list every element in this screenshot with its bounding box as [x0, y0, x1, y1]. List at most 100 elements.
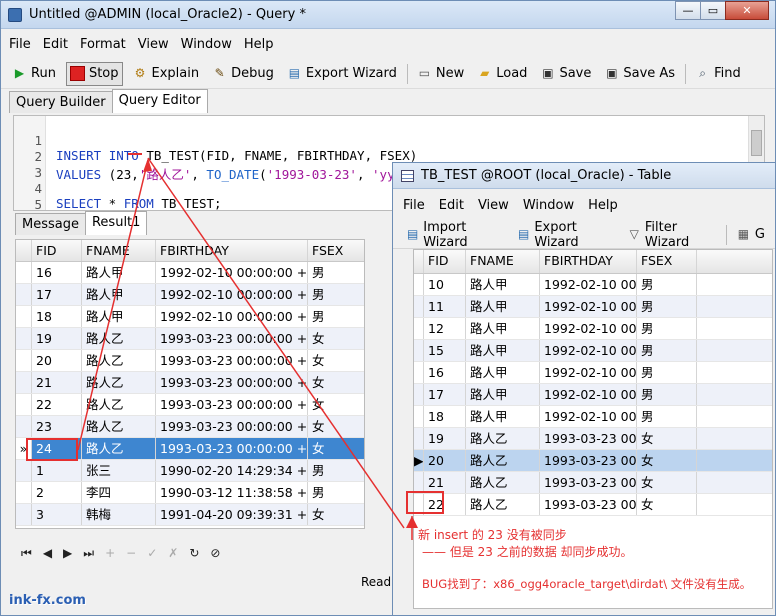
cell-fid[interactable]: 17 — [424, 384, 466, 405]
prev-record-button[interactable]: ◀ — [43, 546, 52, 560]
column-header-fbirthday[interactable]: FBIRTHDAY — [156, 240, 308, 261]
table-row[interactable]: 16 路人甲 1992-02-10 00: 男 — [414, 362, 772, 384]
maximize-button[interactable]: ▭ — [700, 1, 726, 20]
cell-fsex[interactable]: 女 — [308, 328, 364, 349]
cell-fname[interactable]: 路人乙 — [466, 472, 540, 493]
cell-fid[interactable]: 15 — [424, 340, 466, 361]
add-record-button[interactable]: + — [105, 546, 115, 560]
table-row[interactable]: 20 路人乙 1993-03-23 00:00:00 +08 女 — [16, 350, 364, 372]
menu-format[interactable]: Format — [80, 37, 126, 52]
menu-view[interactable]: View — [138, 37, 169, 52]
table-menu-view[interactable]: View — [478, 198, 509, 213]
cell-fid[interactable]: 1 — [32, 460, 82, 481]
cell-fbirthday[interactable]: 1993-03-23 00: — [540, 494, 637, 515]
table-row[interactable]: 1 张三 1990-02-20 14:29:34 +08 男 — [16, 460, 364, 482]
cell-fid[interactable]: 21 — [424, 472, 466, 493]
cell-fsex[interactable]: 女 — [308, 504, 364, 525]
cell-fid[interactable]: 18 — [32, 306, 82, 327]
cell-fbirthday[interactable]: 1992-02-10 00: — [540, 274, 637, 295]
cell-fid[interactable]: 3 — [32, 504, 82, 525]
table-row[interactable]: 18 路人甲 1992-02-10 00:00:00 +08 男 — [16, 306, 364, 328]
cell-fname[interactable]: 路人甲 — [82, 306, 156, 327]
cell-fbirthday[interactable]: 1993-03-23 00:00:00 +08 — [156, 394, 308, 415]
table-row[interactable]: 2 李四 1990-03-12 11:38:58 +08 男 — [16, 482, 364, 504]
table-row[interactable]: 15 路人甲 1992-02-10 00: 男 — [414, 340, 772, 362]
cell-fsex[interactable]: 女 — [637, 494, 697, 515]
cell-fbirthday[interactable]: 1993-03-23 00: — [540, 450, 637, 471]
cell-fname[interactable]: 路人乙 — [82, 438, 156, 459]
cell-fname[interactable]: 路人乙 — [82, 416, 156, 437]
cell-fsex[interactable]: 男 — [637, 362, 697, 383]
cell-fbirthday[interactable]: 1992-02-10 00: — [540, 384, 637, 405]
table-row[interactable]: 18 路人甲 1992-02-10 00: 男 — [414, 406, 772, 428]
table-row[interactable]: 22 路人乙 1993-03-23 00:00:00 +08 女 — [16, 394, 364, 416]
stop-button[interactable]: Stop — [65, 61, 123, 86]
tab-query-editor[interactable]: Query Editor — [111, 89, 208, 113]
table-menu-file[interactable]: File — [403, 198, 425, 213]
cell-fbirthday[interactable]: 1992-02-10 00:00:00 +08 — [156, 284, 308, 305]
menu-window[interactable]: Window — [181, 37, 232, 52]
import-wizard-button[interactable]: ▤ Import Wizard — [403, 220, 507, 250]
table-row[interactable]: 19 路人乙 1993-03-23 00:00:00 +08 女 — [16, 328, 364, 350]
cell-fsex[interactable]: 女 — [637, 450, 697, 471]
cell-fname[interactable]: 路人甲 — [466, 318, 540, 339]
cell-fsex[interactable]: 男 — [637, 340, 697, 361]
table-menu-window[interactable]: Window — [523, 198, 574, 213]
cell-fname[interactable]: 路人甲 — [466, 274, 540, 295]
cell-fsex[interactable]: 男 — [637, 384, 697, 405]
cell-fsex[interactable]: 男 — [308, 306, 364, 327]
cell-fsex[interactable]: 男 — [637, 406, 697, 427]
cell-fid[interactable]: 22 — [32, 394, 82, 415]
run-button[interactable]: ▶ Run — [9, 62, 59, 86]
table-row[interactable]: 23 路人乙 1993-03-23 00:00:00 +08 女 — [16, 416, 364, 438]
cell-fname[interactable]: 路人甲 — [466, 406, 540, 427]
table-row[interactable]: 19 路人乙 1993-03-23 00: 女 — [414, 428, 772, 450]
cell-fbirthday[interactable]: 1993-03-23 00:00:00 +08 — [156, 438, 308, 459]
table-row[interactable]: 21 路人乙 1993-03-23 00: 女 — [414, 472, 772, 494]
save-button[interactable]: ▣ Save — [537, 62, 594, 86]
cell-fsex[interactable]: 女 — [637, 472, 697, 493]
cell-fid[interactable]: 17 — [32, 284, 82, 305]
cell-fsex[interactable]: 男 — [308, 460, 364, 481]
delete-record-button[interactable]: − — [126, 546, 136, 560]
cell-fid[interactable]: 11 — [424, 296, 466, 317]
cell-fsex[interactable]: 女 — [308, 372, 364, 393]
last-record-button[interactable]: ⏭ — [83, 546, 94, 561]
cell-fbirthday[interactable]: 1992-02-10 00:00:00 +08 — [156, 262, 308, 283]
stop-fetch-button[interactable]: ⊘ — [210, 546, 220, 560]
table-row[interactable]: ▶ 20 路人乙 1993-03-23 00: 女 — [414, 450, 772, 472]
cell-fbirthday[interactable]: 1993-03-23 00:00:00 +08 — [156, 328, 308, 349]
cell-fbirthday[interactable]: 1993-03-23 00: — [540, 472, 637, 493]
cell-fid[interactable]: 18 — [424, 406, 466, 427]
cell-fbirthday[interactable]: 1992-02-10 00: — [540, 296, 637, 317]
cell-fid[interactable]: 19 — [32, 328, 82, 349]
table-row[interactable]: 17 路人甲 1992-02-10 00:00:00 +08 男 — [16, 284, 364, 306]
cell-fsex[interactable]: 男 — [308, 284, 364, 305]
cell-fname[interactable]: 路人乙 — [466, 494, 540, 515]
tab-result1[interactable]: Result1 — [84, 211, 148, 235]
cell-fname[interactable]: 李四 — [82, 482, 156, 503]
cell-fbirthday[interactable]: 1993-03-23 00:00:00 +08 — [156, 372, 308, 393]
scrollbar-thumb[interactable] — [751, 130, 762, 156]
cell-fname[interactable]: 路人乙 — [466, 428, 540, 449]
cell-fid[interactable]: 21 — [32, 372, 82, 393]
tab-message[interactable]: Message — [15, 213, 86, 235]
cell-fsex[interactable]: 男 — [637, 274, 697, 295]
cell-fid[interactable]: 12 — [424, 318, 466, 339]
cell-fid[interactable]: 16 — [424, 362, 466, 383]
cell-fbirthday[interactable]: 1992-02-10 00: — [540, 406, 637, 427]
cell-fsex[interactable]: 女 — [308, 394, 364, 415]
cell-fsex[interactable]: 男 — [637, 318, 697, 339]
cell-fbirthday[interactable]: 1993-03-23 00:00:00 +08 — [156, 350, 308, 371]
cell-fid[interactable]: 19 — [424, 428, 466, 449]
table-row[interactable]: 12 路人甲 1992-02-10 00: 男 — [414, 318, 772, 340]
cell-fname[interactable]: 路人甲 — [466, 340, 540, 361]
close-button[interactable]: ✕ — [725, 1, 769, 20]
cell-fbirthday[interactable]: 1992-02-10 00: — [540, 318, 637, 339]
cell-fname[interactable]: 路人甲 — [82, 262, 156, 283]
cell-fsex[interactable]: 男 — [637, 296, 697, 317]
new-button[interactable]: ▭ New — [414, 62, 467, 86]
column-header-fid[interactable]: FID — [424, 250, 466, 273]
column-header-fid[interactable]: FID — [32, 240, 82, 261]
cell-fbirthday[interactable]: 1991-04-20 09:39:31 +08 — [156, 504, 308, 525]
